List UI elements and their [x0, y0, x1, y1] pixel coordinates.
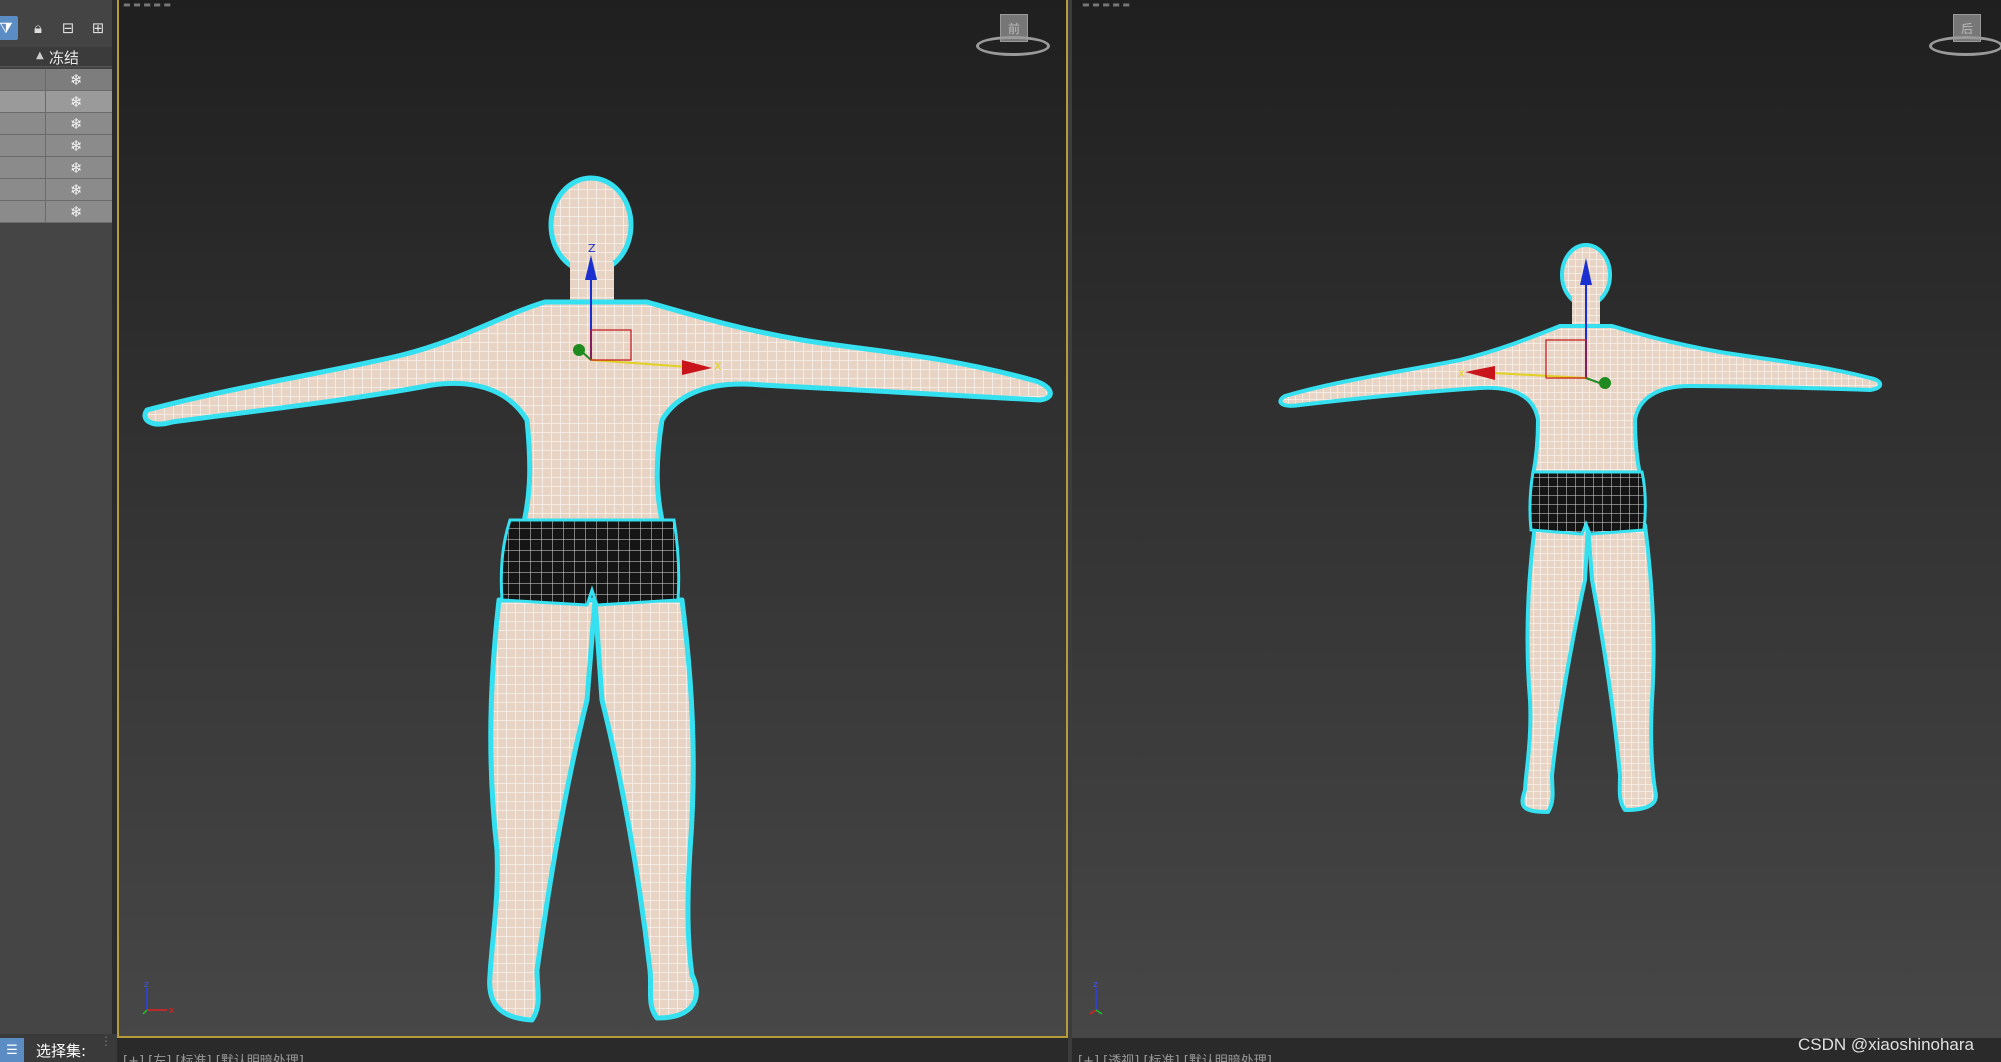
right-leg [592, 597, 699, 1021]
freeze-toggle-icon[interactable]: ❄ [70, 137, 83, 155]
svg-text:X: X [714, 360, 722, 373]
axis-tripod-icon: z x [142, 980, 175, 1016]
freeze-toggle-icon[interactable]: ❄ [70, 159, 83, 177]
viewport-left-label-bar: [+] [左] [标准] [默认明暗处理] [117, 1038, 1068, 1062]
filter-icon[interactable]: ⧩ [0, 16, 18, 40]
torso-arms [1278, 324, 1883, 477]
freeze-toggle-icon[interactable]: ❄ [70, 115, 83, 133]
layer-name-cell[interactable] [0, 135, 46, 157]
layer-list: ❄ ❄ ❄ ❄ ❄ ❄ ❄ [0, 69, 112, 223]
selection-set-bar: ☰ 选择集: ⋮ [0, 1034, 118, 1062]
left-leg [1520, 523, 1590, 814]
layer-name-cell[interactable] [0, 179, 46, 201]
layer-row[interactable]: ❄ [0, 135, 112, 157]
layer-name-cell[interactable] [0, 113, 46, 135]
layer-row[interactable]: ❄ [0, 179, 112, 201]
hierarchy-alt-icon[interactable]: ⊞ [86, 16, 110, 40]
layer-name-cell[interactable] [0, 157, 46, 179]
human-model-front[interactable]: Z X [119, 0, 1068, 1038]
torso-arms [142, 299, 1053, 533]
layer-row[interactable]: ❄ [0, 157, 112, 179]
watermark: CSDN @xiaoshinohara [1798, 1035, 1975, 1054]
viewport-perspective-label[interactable]: [+] [透视] [标准] [默认明暗处理] [1078, 1050, 1272, 1062]
scene-explorer-panel: ⧩ 🔒︎ ⊟ ⊞ ▲ 冻结 ❄ ❄ ❄ ❄ ❄ ❄ ❄ [0, 0, 112, 1062]
human-model-back[interactable]: X [1072, 0, 2001, 1038]
viewport-left-label[interactable]: [+] [左] [标准] [默认明暗处理] [123, 1050, 304, 1062]
freeze-toggle-icon[interactable]: ❄ [70, 203, 83, 221]
selection-set-icon[interactable]: ☰ [0, 1038, 24, 1062]
svg-text:z: z [144, 980, 149, 990]
svg-text:X: X [1458, 369, 1465, 380]
layer-row[interactable]: ❄ [0, 91, 112, 113]
panel-grip-icon[interactable]: ⋮ [100, 1034, 112, 1048]
shorts [499, 518, 681, 607]
explorer-empty-area [0, 224, 112, 1034]
svg-text:x: x [169, 1006, 175, 1016]
left-leg [487, 597, 598, 1023]
layer-row[interactable]: ❄ [0, 113, 112, 135]
viewport-left[interactable]: ▬ ▬ ▬ ▬ ▬ 前 Z X z x [117, 0, 1068, 1038]
layer-name-cell[interactable] [0, 201, 46, 223]
freeze-toggle-icon[interactable]: ❄ [70, 71, 83, 89]
freeze-toggle-icon[interactable]: ❄ [70, 93, 83, 111]
layer-name-cell[interactable] [0, 91, 46, 113]
freeze-column-label: 冻结 [49, 49, 80, 67]
viewport-perspective[interactable]: ▬ ▬ ▬ ▬ ▬ 后 X z [1072, 0, 2001, 1038]
selection-set-label: 选择集: [36, 1042, 87, 1060]
sort-ascending-icon: ▲ [36, 50, 44, 61]
freeze-toggle-icon[interactable]: ❄ [70, 181, 83, 199]
freeze-column-header[interactable]: ▲ 冻结 [0, 47, 112, 67]
layer-row[interactable]: ❄ [0, 69, 112, 91]
shorts [1528, 470, 1647, 536]
layer-row[interactable]: ❄ [0, 201, 112, 223]
layer-name-cell[interactable] [0, 69, 46, 91]
axis-tripod-icon: z [1089, 980, 1103, 1015]
explorer-toolbar: ⧩ 🔒︎ ⊟ ⊞ [0, 12, 112, 46]
lock-icon[interactable]: 🔒︎ [26, 16, 50, 40]
svg-text:Z: Z [588, 242, 596, 255]
right-leg [1586, 523, 1658, 812]
svg-text:z: z [1093, 980, 1098, 990]
hierarchy-icon[interactable]: ⊟ [56, 16, 80, 40]
app-window: ⧩ 🔒︎ ⊟ ⊞ ▲ 冻结 ❄ ❄ ❄ ❄ ❄ ❄ ❄ ☰ 选择集: ⋮ ▬ ▬… [0, 0, 2001, 1062]
